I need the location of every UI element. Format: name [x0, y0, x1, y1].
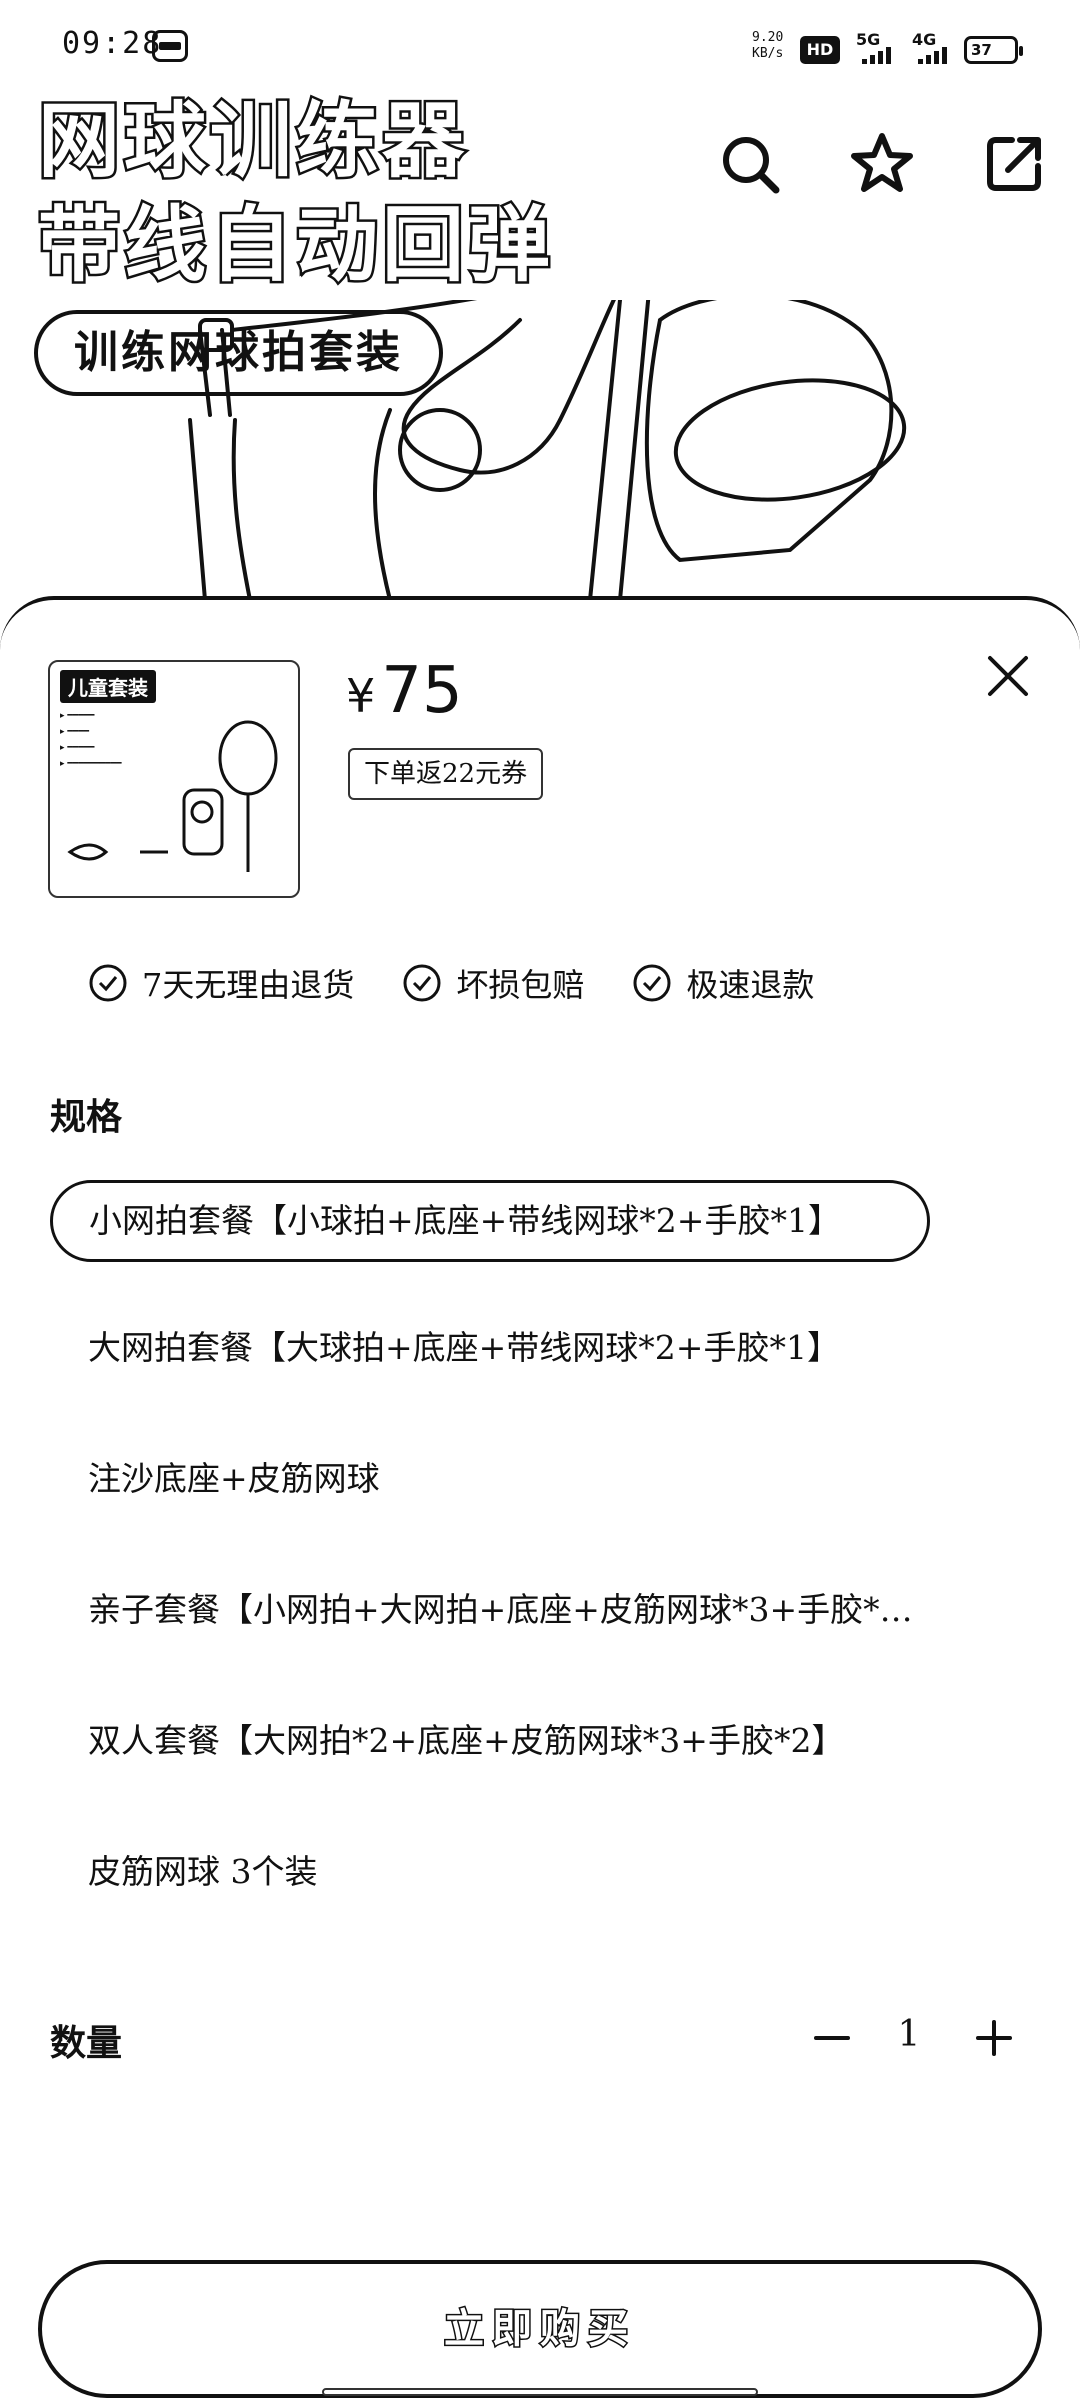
price: ¥75: [346, 654, 463, 728]
guarantee-label: 7天无理由退货: [142, 966, 355, 1004]
spec-option[interactable]: 大网拍套餐【大球拍+底座+带线网球*2+手胶*1】: [50, 1307, 930, 1389]
price-value: 75: [381, 654, 463, 728]
sku-selector-sheet: 儿童套装 ▸ ━━━━━ ▸ ━━━━ ▸ ━━━━━ ▸ ━━━━━━━━━━ ¥7…: [0, 596, 1080, 2400]
guarantee-item: 7天无理由退货: [88, 960, 354, 1006]
service-guarantees: 7天无理由退货 坏损包赔 极速退款: [88, 960, 814, 1006]
check-circle-icon: [89, 964, 127, 1002]
close-icon[interactable]: [986, 654, 1030, 698]
buy-now-button[interactable]: 立即购买: [38, 2260, 1042, 2398]
player-illustration: [188, 300, 907, 602]
share-icon[interactable]: [978, 128, 1050, 200]
banner-title-line1: 网球训练器: [35, 92, 469, 192]
spec-option-selected[interactable]: 小网拍套餐【小球拍+底座+带线网球*2+手胶*1】: [50, 1180, 930, 1262]
banner-title: 网球训练器 带线自动回弹: [35, 90, 555, 298]
price-currency: ¥: [346, 669, 376, 723]
guarantee-label: 极速退款: [686, 966, 815, 1004]
check-circle-icon: [403, 964, 441, 1002]
spec-option[interactable]: 双人套餐【大网拍*2+底座+皮筋网球*3+手胶*2】: [50, 1700, 930, 1782]
star-icon[interactable]: [846, 128, 918, 200]
banner-title-line2: 带线自动回弹: [35, 196, 555, 296]
quantity-value[interactable]: 1: [894, 2014, 924, 2055]
guarantee-item: 极速退款: [632, 960, 814, 1006]
search-icon[interactable]: [714, 128, 786, 200]
product-thumbnail: 儿童套装 ▸ ━━━━━ ▸ ━━━━ ▸ ━━━━━ ▸ ━━━━━━━━━━: [48, 660, 300, 898]
spec-label: 规格: [50, 1097, 123, 1138]
spec-option[interactable]: 注沙底座+皮筋网球: [50, 1438, 930, 1520]
spec-option[interactable]: 亲子套餐【小网拍+大网拍+底座+皮筋网球*3+手胶*…: [50, 1569, 930, 1651]
quantity-label: 数量: [50, 2023, 123, 2064]
guarantee-label: 坏损包赔: [456, 966, 585, 1004]
check-circle-icon: [633, 964, 671, 1002]
product-banner: 网球训练器 带线自动回弹 训练网球拍套装: [0, 0, 1080, 620]
home-indicator[interactable]: [322, 2388, 758, 2396]
minus-icon[interactable]: [812, 2018, 852, 2058]
spec-option[interactable]: 皮筋网球 3个装: [50, 1831, 930, 1913]
thumbnail-illustration: [67, 720, 278, 872]
coupon-badge: 下单返22元券: [348, 748, 544, 800]
plus-icon[interactable]: [974, 2018, 1014, 2058]
guarantee-item: 坏损包赔: [402, 960, 584, 1006]
